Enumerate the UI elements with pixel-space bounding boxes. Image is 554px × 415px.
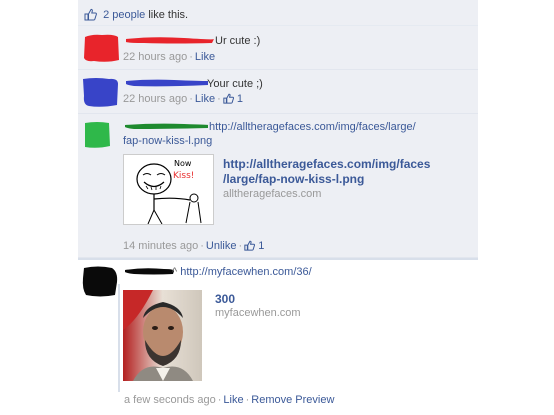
preview-domain: myfacewhen.com (215, 307, 301, 319)
avatar[interactable] (81, 76, 119, 111)
avatar[interactable] (80, 264, 118, 301)
avatar[interactable] (82, 120, 112, 153)
like-link[interactable]: Like (195, 93, 215, 105)
unlike-link[interactable]: Unlike (206, 240, 237, 252)
comment: Ur cute :) 22 hours ago · Like (78, 27, 478, 70)
comment-url[interactable]: http://alltheragefaces.com/img/faces/lar… (209, 121, 416, 133)
bubble-text: Kiss! (173, 171, 194, 181)
comment-link: http://alltheragefaces.com/img/faces/lar… (209, 120, 416, 134)
preview-thumbnail[interactable]: Now Kiss! (123, 154, 214, 225)
like-link[interactable]: Like (223, 394, 243, 406)
redacted-name (124, 78, 210, 91)
likers-link[interactable]: 2 people (103, 9, 145, 21)
avatar[interactable] (82, 33, 120, 66)
preview-title[interactable]: 300 (215, 292, 301, 307)
comment-text: Your cute ;) (207, 78, 263, 90)
like-count[interactable]: 1 (258, 240, 264, 252)
timestamp: a few seconds ago (124, 394, 216, 406)
preview-title-line2[interactable]: /large/fap-now-kiss-l.png (223, 172, 430, 187)
thumbs-up-icon (223, 93, 234, 105)
like-link[interactable]: Like (195, 51, 215, 63)
comment-text: Ur cute :) (215, 35, 261, 47)
timestamp: 14 minutes ago (123, 240, 199, 252)
comment-meta: 22 hours ago · Like · 1 (123, 93, 243, 105)
thumbs-up-icon (84, 8, 97, 24)
comment: http://alltheragefaces.com/img/faces/lar… (78, 114, 478, 258)
comment-url-cont[interactable]: fap-now-kiss-l.png (123, 135, 212, 147)
comment-meta: 22 hours ago · Like (123, 51, 216, 63)
comment-draft: ^ http://myfacewhen.com/36/ 300 myfacewh… (78, 260, 478, 415)
redacted-name (124, 121, 210, 133)
comment-link-cont: fap-now-kiss-l.png (123, 134, 212, 148)
preview-info: 300 myfacewhen.com (215, 292, 301, 319)
redacted-name (124, 35, 216, 48)
preview-title-line1[interactable]: http://alltheragefaces.com/img/faces (223, 157, 430, 172)
thumbs-up-icon (244, 240, 256, 252)
preview-domain: alltheragefaces.com (223, 188, 322, 200)
likes-text: like this. (145, 9, 189, 21)
comment: Your cute ;) 22 hours ago · Like · 1 (78, 70, 478, 114)
comment-meta: 14 minutes ago · Unlike · 1 (123, 240, 265, 252)
timestamp: 22 hours ago (123, 51, 188, 63)
comment-url[interactable]: http://myfacewhen.com/36/ (180, 266, 311, 278)
bubble-text: Now (174, 159, 192, 168)
like-count[interactable]: 1 (237, 93, 243, 105)
comment-url-wrapper: ^ http://myfacewhen.com/36/ (172, 266, 312, 278)
preview-info: http://alltheragefaces.com/img/faces /la… (223, 157, 430, 201)
redacted-name (124, 266, 176, 279)
comment-meta: a few seconds ago · Like · Remove Preview (124, 394, 335, 406)
preview-thumbnail[interactable] (123, 290, 202, 381)
likes-summary: 2 people like this. (78, 4, 478, 26)
quote-bar (118, 284, 120, 392)
timestamp: 22 hours ago (123, 93, 188, 105)
remove-preview-link[interactable]: Remove Preview (251, 394, 334, 406)
